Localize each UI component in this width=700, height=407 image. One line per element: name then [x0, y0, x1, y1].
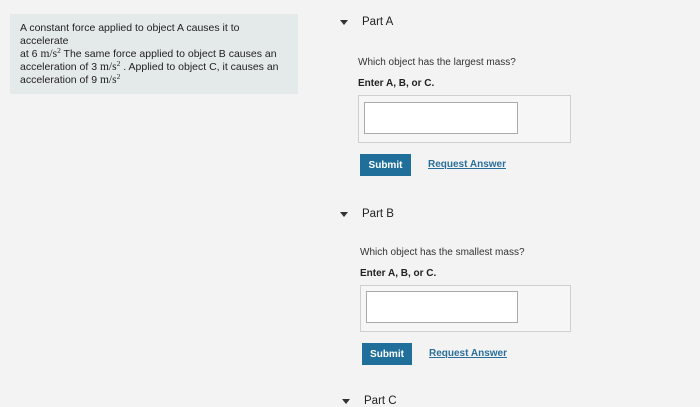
part-b-answer-input[interactable]	[366, 291, 518, 323]
part-a-header[interactable]: Part A	[340, 16, 393, 28]
part-b-header[interactable]: Part B	[340, 208, 394, 220]
part-a-question: Which object has the largest mass?	[358, 57, 516, 68]
part-a-title: Part A	[362, 16, 394, 28]
collapse-caret-icon[interactable]	[342, 398, 350, 404]
part-b-request-answer-link[interactable]: Request Answer	[429, 348, 507, 359]
part-a-submit-button[interactable]: Submit	[360, 154, 411, 176]
problem-statement: A constant force applied to object A cau…	[10, 14, 298, 94]
part-b-question: Which object has the smallest mass?	[360, 247, 525, 258]
problem-line-4: acceleration of 9 m/s2	[20, 72, 121, 86]
problem-line-3: acceleration of 3 m/s2 . Applied to obje…	[20, 59, 279, 73]
problem-line-1: A constant force applied to object A cau…	[20, 22, 240, 47]
part-c-title: Part C	[364, 395, 397, 407]
collapse-caret-icon[interactable]	[340, 211, 348, 217]
part-a-request-answer-link[interactable]: Request Answer	[428, 159, 506, 170]
part-a-instruction: Enter A, B, or C.	[358, 78, 435, 89]
part-b-submit-button[interactable]: Submit	[362, 343, 412, 365]
part-c-header[interactable]: Part C	[342, 395, 397, 407]
part-a-answer-input[interactable]	[364, 102, 518, 134]
part-b-title: Part B	[362, 208, 394, 220]
part-b-instruction: Enter A, B, or C.	[360, 268, 437, 279]
problem-line-2: at 6 m/s2 The same force applied to obje…	[20, 46, 277, 60]
collapse-caret-icon[interactable]	[340, 19, 348, 25]
